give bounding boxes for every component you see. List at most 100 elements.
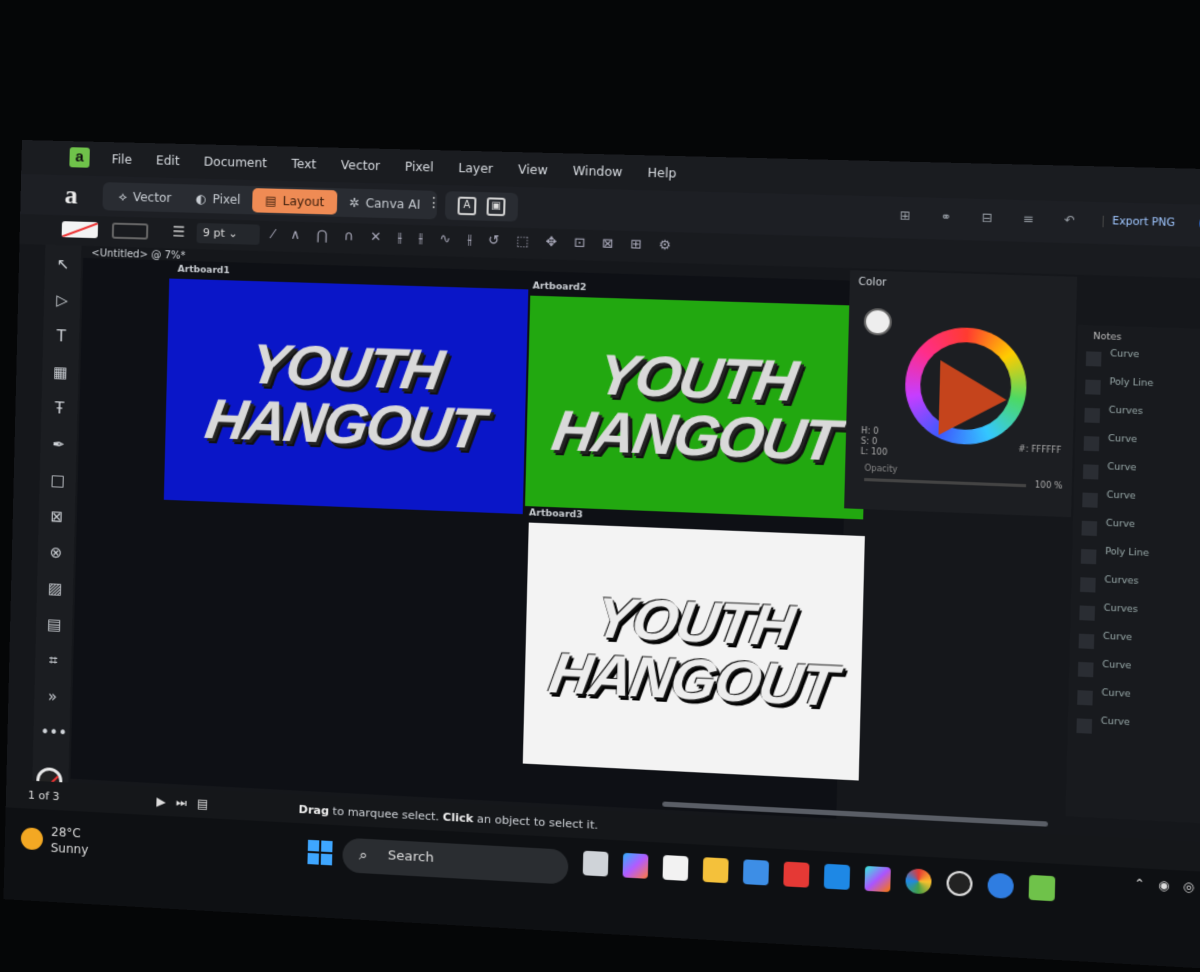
- crop-tool-icon[interactable]: ⌗: [42, 649, 65, 672]
- layer-thumbnail: [1076, 718, 1093, 734]
- artboard-3[interactable]: YOUTH HANGOUT: [522, 522, 865, 781]
- chrome-icon[interactable]: [905, 868, 932, 895]
- current-color-swatch[interactable]: [863, 307, 893, 336]
- color-wheel[interactable]: [903, 325, 1028, 447]
- chatgpt-icon[interactable]: [946, 870, 973, 897]
- menu-edit[interactable]: Edit: [156, 153, 180, 168]
- task-view-icon[interactable]: [582, 850, 609, 877]
- layer-thumbnail: [1080, 577, 1096, 593]
- distribute-icon[interactable]: ≡: [1019, 210, 1037, 227]
- text-frame-mode-icon[interactable]: A: [457, 196, 477, 216]
- hex-field[interactable]: #: FFFFFF: [1018, 444, 1061, 455]
- join-icon[interactable]: ⫲: [398, 231, 403, 246]
- canva-icon[interactable]: [987, 872, 1014, 900]
- pages-icon[interactable]: ▤: [197, 796, 209, 812]
- node-sharp-icon[interactable]: ∧: [290, 228, 300, 243]
- context-icons: ⁄ ∧ ⋂ ∩ ✕ ⫲ ⫲ ∿ ⫲ ↺ ⬚ ✥ ⊡ ⊠ ⊞ ⚙: [272, 227, 671, 254]
- more-options-icon[interactable]: ⋮: [426, 195, 441, 212]
- menu-items: File Edit Document Text Vector Pixel Lay…: [112, 152, 677, 180]
- align-icon[interactable]: ⊟: [978, 209, 996, 226]
- smooth-icon[interactable]: ∿: [439, 232, 451, 248]
- node-smooth-icon[interactable]: ⋂: [316, 228, 327, 243]
- artboard-2[interactable]: YOUTH HANGOUT: [525, 295, 869, 520]
- color-triangle[interactable]: [938, 360, 1008, 438]
- node-tool-icon[interactable]: ▷: [51, 289, 74, 312]
- copilot-icon[interactable]: [864, 865, 891, 893]
- fill-swatch[interactable]: [61, 221, 99, 239]
- taskbar-search[interactable]: ⌕ Search: [342, 837, 569, 885]
- move-tool-icon[interactable]: ↖: [52, 253, 75, 276]
- menu-file[interactable]: File: [112, 152, 133, 167]
- menu-view[interactable]: View: [518, 162, 548, 177]
- color-tab[interactable]: Color: [858, 277, 886, 289]
- stroke-width-field[interactable]: 9 pt ⌄: [196, 222, 260, 245]
- outlook-icon[interactable]: [823, 863, 851, 890]
- menu-vector[interactable]: Vector: [341, 158, 381, 173]
- menu-pixel[interactable]: Pixel: [405, 160, 434, 175]
- opacity-value[interactable]: 100 %: [1035, 480, 1063, 490]
- layer-thumbnail: [1078, 633, 1095, 650]
- persona-pixel[interactable]: ◐ Pixel: [183, 186, 253, 212]
- tray-chevron-icon[interactable]: ⌃: [1134, 876, 1145, 891]
- file-explorer-icon[interactable]: [702, 857, 729, 884]
- canvas[interactable]: Artboard1 YOUTH HANGOUT Artboard2 YOUTH …: [70, 257, 869, 819]
- ellipse-frame-icon[interactable]: ⊗: [45, 541, 68, 564]
- menu-layer[interactable]: Layer: [458, 161, 493, 176]
- snapping-icon[interactable]: ⊞: [896, 207, 914, 224]
- node-smart-icon[interactable]: ∩: [344, 229, 354, 244]
- stroke-style-icon[interactable]: ☰: [172, 224, 185, 240]
- close-curve-icon[interactable]: ⫲: [418, 231, 423, 246]
- youtube-icon[interactable]: [783, 861, 810, 888]
- teams-icon[interactable]: [662, 854, 689, 882]
- text-tool-icon[interactable]: T: [50, 325, 73, 348]
- settings-gear-icon[interactable]: ⚙: [658, 238, 671, 254]
- rectangle-tool-icon[interactable]: □: [46, 469, 69, 492]
- bounding-box-icon[interactable]: ⬚: [516, 234, 529, 250]
- persona-layout[interactable]: ▤ Layout: [252, 188, 337, 215]
- last-page-icon[interactable]: ⏭: [176, 795, 187, 811]
- page-navigation: ▶ ⏭ ▤: [156, 794, 208, 812]
- grid-icon[interactable]: ⊞: [630, 237, 642, 253]
- windows-start-icon[interactable]: [307, 839, 333, 866]
- network-icon[interactable]: ◎: [1183, 879, 1195, 894]
- crop-icon[interactable]: ⊠: [602, 236, 614, 252]
- layer-row[interactable]: Curve◉: [1067, 715, 1200, 752]
- fit-icon[interactable]: ⊡: [574, 235, 586, 251]
- persona-vector[interactable]: ⟡ Vector: [106, 184, 183, 210]
- transform-icon[interactable]: ↺: [488, 233, 500, 249]
- menu-text[interactable]: Text: [291, 157, 316, 172]
- hint-mid: to marquee select.: [328, 804, 443, 824]
- pen-icon[interactable]: ⁄: [272, 227, 275, 242]
- link-icon[interactable]: ⚭: [937, 208, 955, 225]
- m365-icon[interactable]: [622, 852, 649, 879]
- undo-icon[interactable]: ↶: [1061, 211, 1079, 228]
- notes-tab[interactable]: Notes: [1093, 332, 1122, 343]
- tray-app-icon[interactable]: ◉: [1158, 878, 1170, 893]
- export-button[interactable]: Export PNG: [1102, 215, 1176, 229]
- menu-window[interactable]: Window: [573, 164, 623, 180]
- picture-frame-icon[interactable]: ⊠: [46, 505, 69, 528]
- place-tool-icon[interactable]: ▤: [43, 613, 66, 636]
- weather-widget[interactable]: 28°C Sunny: [20, 822, 89, 858]
- pen-tool-icon[interactable]: ✒: [47, 433, 70, 456]
- menu-document[interactable]: Document: [204, 155, 268, 171]
- move-icon[interactable]: ✥: [546, 235, 558, 251]
- expand-tools-icon[interactable]: »: [41, 685, 64, 708]
- artboard-1[interactable]: YOUTH HANGOUT: [163, 278, 529, 515]
- break-icon[interactable]: ✕: [370, 230, 382, 246]
- affinity-taskbar-icon[interactable]: [1028, 874, 1056, 902]
- opacity-slider[interactable]: [864, 477, 1027, 488]
- search-label: Search: [387, 848, 435, 866]
- image-tool-icon[interactable]: ▨: [44, 577, 67, 600]
- artistic-text-icon[interactable]: Ŧ: [48, 397, 71, 420]
- menu-help[interactable]: Help: [647, 166, 676, 181]
- artboard-mode-icon[interactable]: ▣: [486, 197, 506, 217]
- reverse-icon[interactable]: ⫲: [467, 232, 472, 247]
- stroke-swatch[interactable]: [111, 222, 149, 240]
- layer-thumbnail: [1082, 464, 1099, 480]
- more-tools-icon[interactable]: •••: [40, 721, 67, 744]
- next-page-icon[interactable]: ▶: [156, 794, 166, 810]
- persona-canva-ai[interactable]: ✲ Canva AI: [336, 190, 433, 217]
- store-icon[interactable]: [742, 859, 770, 886]
- table-tool-icon[interactable]: ▦: [49, 361, 72, 384]
